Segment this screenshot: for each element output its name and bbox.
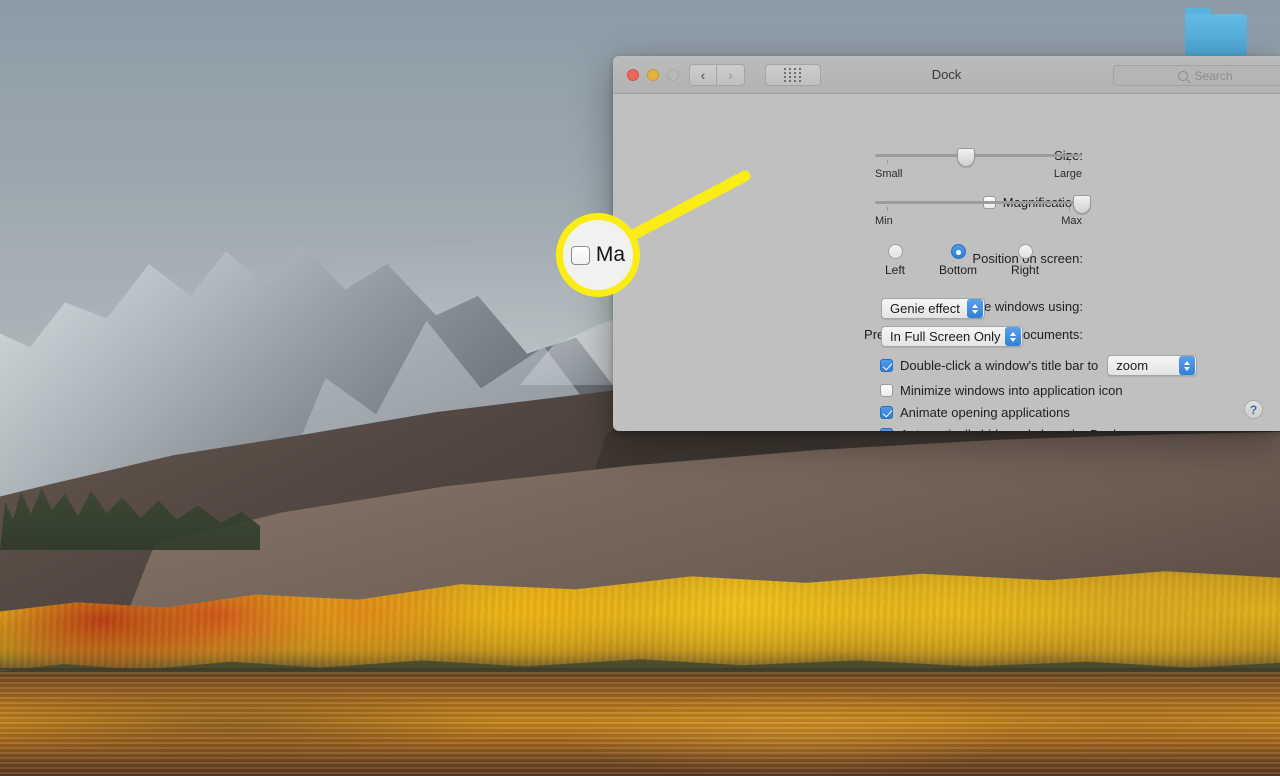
size-slider-thumb[interactable] <box>957 148 976 167</box>
position-radio-group: Left Bottom Right <box>885 244 1039 277</box>
folder-icon-body <box>1185 14 1247 56</box>
radio-left[interactable] <box>887 244 903 259</box>
magnification-max-label: Max <box>1061 215 1082 227</box>
help-button[interactable]: ? <box>1244 400 1263 419</box>
magnified-label-text: Ma <box>595 243 626 266</box>
radio-bottom[interactable] <box>950 244 966 259</box>
magnification-slider[interactable]: Min Max <box>875 195 1091 227</box>
magnification-tick-max <box>1069 207 1070 211</box>
magnification-tick-min <box>887 207 888 211</box>
double-click-label: Double-click a window's title bar to <box>900 358 1099 373</box>
animate-opening-checkbox[interactable] <box>880 406 893 419</box>
dock-preferences-window: ‹ › Dock Search Size: <box>613 56 1280 431</box>
magnifier-callout: Ma <box>556 213 640 297</box>
size-tick-min <box>887 160 888 164</box>
preferences-content: Size: Small Large Magnification: <box>613 94 1280 431</box>
radio-right[interactable] <box>1017 244 1033 259</box>
double-click-checkbox[interactable] <box>880 359 893 372</box>
minimize-effect-row: Minimize windows using: <box>613 299 1083 314</box>
magnification-slider-thumb[interactable] <box>1073 195 1091 214</box>
size-slider[interactable]: Small Large <box>875 148 1082 180</box>
search-icon <box>1178 70 1189 81</box>
minimize-effect-popup[interactable]: Genie effect <box>881 298 985 319</box>
size-tick-max <box>1069 160 1070 164</box>
chevron-updown-icon <box>1179 356 1196 375</box>
radio-bottom-label: Bottom <box>939 263 978 277</box>
position-option-bottom[interactable]: Bottom <box>939 244 977 277</box>
chevron-updown-icon <box>967 299 983 318</box>
search-input[interactable]: Search <box>1113 65 1280 86</box>
option-auto-hide: Automatically hide and show the Dock <box>880 427 1197 431</box>
question-mark-icon: ? <box>1249 402 1258 417</box>
magnified-magnification-checkbox <box>570 245 590 265</box>
option-animate-opening: Animate opening applications <box>880 405 1197 420</box>
minimize-into-icon-label: Minimize windows into application icon <box>900 383 1123 398</box>
double-click-action-popup[interactable]: zoom <box>1107 355 1198 376</box>
size-slider-track[interactable] <box>875 154 1082 157</box>
size-slider-endlabels: Small Large <box>875 168 1082 180</box>
radio-left-label: Left <box>885 263 906 277</box>
magnification-slider-track[interactable] <box>875 201 1082 204</box>
prefer-tabs-popup[interactable]: In Full Screen Only <box>881 326 1023 347</box>
prefer-tabs-value: In Full Screen Only <box>890 329 1001 344</box>
option-double-click: Double-click a window's title bar to zoo… <box>880 355 1198 376</box>
double-click-action-value: zoom <box>1116 358 1149 373</box>
window-titlebar[interactable]: ‹ › Dock Search <box>613 56 1280 94</box>
minimize-into-icon-checkbox[interactable] <box>880 384 893 397</box>
auto-hide-checkbox[interactable] <box>880 428 893 431</box>
auto-hide-label: Automatically hide and show the Dock <box>900 427 1120 431</box>
magnification-min-label: Min <box>875 215 893 227</box>
animate-opening-label: Animate opening applications <box>900 405 1070 420</box>
size-min-label: Small <box>875 168 903 180</box>
search-placeholder: Search <box>1194 68 1233 83</box>
radio-right-label: Right <box>1011 263 1040 277</box>
position-option-right[interactable]: Right <box>1011 244 1039 277</box>
wallpaper-lake-reflection <box>0 672 1280 776</box>
option-minimize-into-icon: Minimize windows into application icon <box>880 383 1197 398</box>
chevron-updown-icon <box>1005 327 1021 346</box>
magnification-slider-endlabels: Min Max <box>875 215 1082 227</box>
folder-icon[interactable] <box>1185 8 1247 56</box>
options-checkbox-list: Double-click a window's title bar to zoo… <box>880 355 1198 431</box>
minimize-effect-value: Genie effect <box>890 301 960 316</box>
position-option-left[interactable]: Left <box>885 244 905 277</box>
size-max-label: Large <box>1053 168 1082 180</box>
